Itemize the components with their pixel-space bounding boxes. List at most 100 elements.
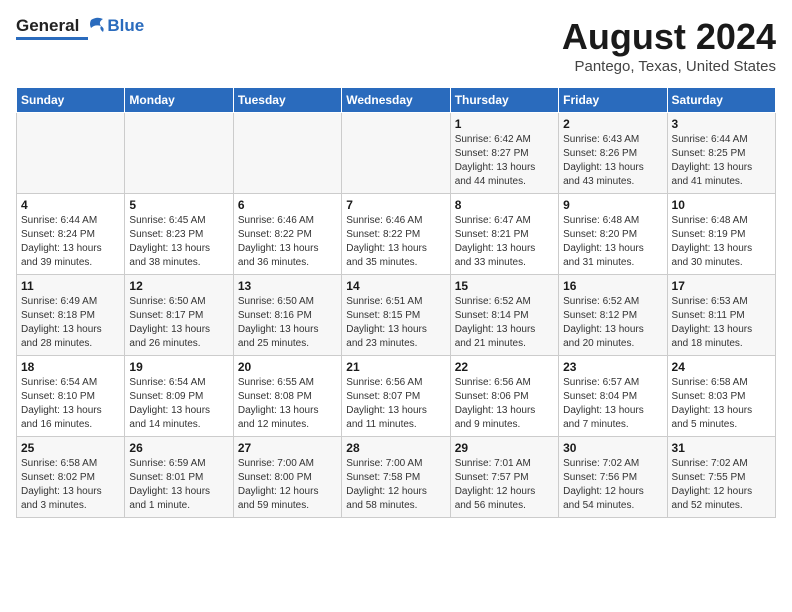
calendar-cell: 23 Sunrise: 6:57 AM Sunset: 8:04 PM Dayli… <box>559 356 667 437</box>
header-wednesday: Wednesday <box>342 88 450 113</box>
calendar-cell: 12 Sunrise: 6:50 AM Sunset: 8:17 PM Dayli… <box>125 275 233 356</box>
calendar-cell: 20 Sunrise: 6:55 AM Sunset: 8:08 PM Dayli… <box>233 356 341 437</box>
header-friday: Friday <box>559 88 667 113</box>
day-info: Sunrise: 7:00 AM Sunset: 8:00 PM Dayligh… <box>238 457 337 513</box>
calendar-cell <box>342 113 450 194</box>
day-info: Sunrise: 7:02 AM Sunset: 7:56 PM Dayligh… <box>563 457 662 513</box>
calendar-header-row: SundayMondayTuesdayWednesdayThursdayFrid… <box>17 88 776 113</box>
calendar-week-row: 11Sunrise: 6:49 AM Sunset: 8:18 PM Dayli… <box>17 275 776 356</box>
header-thursday: Thursday <box>450 88 558 113</box>
day-number: 19 <box>129 360 228 374</box>
calendar-cell: 10Sunrise: 6:48 AM Sunset: 8:19 PM Dayli… <box>667 194 775 275</box>
day-number: 6 <box>238 198 337 212</box>
day-info: Sunrise: 6:58 AM Sunset: 8:02 PM Dayligh… <box>21 457 120 513</box>
header-saturday: Saturday <box>667 88 775 113</box>
day-info: Sunrise: 7:01 AM Sunset: 7:57 PM Dayligh… <box>455 457 554 513</box>
day-number: 21 <box>346 360 445 374</box>
day-info: Sunrise: 6:45 AM Sunset: 8:23 PM Dayligh… <box>129 214 228 270</box>
calendar-table: SundayMondayTuesdayWednesdayThursdayFrid… <box>16 87 776 518</box>
day-info: Sunrise: 6:44 AM Sunset: 8:25 PM Dayligh… <box>672 133 771 189</box>
logo-general-text: General <box>16 16 79 36</box>
day-info: Sunrise: 6:43 AM Sunset: 8:26 PM Dayligh… <box>563 133 662 189</box>
day-info: Sunrise: 6:58 AM Sunset: 8:03 PM Dayligh… <box>672 376 771 432</box>
day-number: 22 <box>455 360 554 374</box>
day-number: 4 <box>21 198 120 212</box>
day-number: 2 <box>563 117 662 131</box>
day-number: 18 <box>21 360 120 374</box>
calendar-cell: 29 Sunrise: 7:01 AM Sunset: 7:57 PM Dayli… <box>450 437 558 518</box>
day-number: 27 <box>238 441 337 455</box>
calendar-cell: 24 Sunrise: 6:58 AM Sunset: 8:03 PM Dayli… <box>667 356 775 437</box>
day-info: Sunrise: 6:42 AM Sunset: 8:27 PM Dayligh… <box>455 133 554 189</box>
day-number: 28 <box>346 441 445 455</box>
calendar-cell: 31 Sunrise: 7:02 AM Sunset: 7:55 PM Dayli… <box>667 437 775 518</box>
calendar-cell: 9 Sunrise: 6:48 AM Sunset: 8:20 PM Daylig… <box>559 194 667 275</box>
day-info: Sunrise: 6:46 AM Sunset: 8:22 PM Dayligh… <box>346 214 445 270</box>
header-monday: Monday <box>125 88 233 113</box>
calendar-cell: 7 Sunrise: 6:46 AM Sunset: 8:22 PM Daylig… <box>342 194 450 275</box>
day-info: Sunrise: 6:50 AM Sunset: 8:16 PM Dayligh… <box>238 295 337 351</box>
day-number: 7 <box>346 198 445 212</box>
calendar-cell: 4Sunrise: 6:44 AM Sunset: 8:24 PM Daylig… <box>17 194 125 275</box>
day-number: 23 <box>563 360 662 374</box>
day-info: Sunrise: 7:00 AM Sunset: 7:58 PM Dayligh… <box>346 457 445 513</box>
calendar-week-row: 18 Sunrise: 6:54 AM Sunset: 8:10 PM Dayli… <box>17 356 776 437</box>
calendar-cell: 19 Sunrise: 6:54 AM Sunset: 8:09 PM Dayli… <box>125 356 233 437</box>
day-info: Sunrise: 6:57 AM Sunset: 8:04 PM Dayligh… <box>563 376 662 432</box>
calendar-cell <box>233 113 341 194</box>
day-number: 20 <box>238 360 337 374</box>
day-number: 16 <box>563 279 662 293</box>
day-info: Sunrise: 6:59 AM Sunset: 8:01 PM Dayligh… <box>129 457 228 513</box>
sub-title: Pantego, Texas, United States <box>562 58 776 75</box>
day-number: 5 <box>129 198 228 212</box>
calendar-cell: 3 Sunrise: 6:44 AM Sunset: 8:25 PM Daylig… <box>667 113 775 194</box>
calendar-cell <box>125 113 233 194</box>
calendar-cell: 26Sunrise: 6:59 AM Sunset: 8:01 PM Dayli… <box>125 437 233 518</box>
day-number: 14 <box>346 279 445 293</box>
calendar-cell: 21 Sunrise: 6:56 AM Sunset: 8:07 PM Dayli… <box>342 356 450 437</box>
logo: General Blue <box>16 16 144 40</box>
header-sunday: Sunday <box>17 88 125 113</box>
logo-underline <box>16 37 88 40</box>
day-number: 31 <box>672 441 771 455</box>
day-number: 1 <box>455 117 554 131</box>
day-number: 25 <box>21 441 120 455</box>
logo-blue-text: Blue <box>107 16 144 36</box>
calendar-cell: 2 Sunrise: 6:43 AM Sunset: 8:26 PM Daylig… <box>559 113 667 194</box>
calendar-cell: 1 Sunrise: 6:42 AM Sunset: 8:27 PM Daylig… <box>450 113 558 194</box>
header-tuesday: Tuesday <box>233 88 341 113</box>
day-info: Sunrise: 6:56 AM Sunset: 8:06 PM Dayligh… <box>455 376 554 432</box>
title-block: August 2024 Pantego, Texas, United State… <box>562 16 776 75</box>
day-info: Sunrise: 6:54 AM Sunset: 8:10 PM Dayligh… <box>21 376 120 432</box>
day-number: 29 <box>455 441 554 455</box>
calendar-cell: 8Sunrise: 6:47 AM Sunset: 8:21 PM Daylig… <box>450 194 558 275</box>
day-info: Sunrise: 6:55 AM Sunset: 8:08 PM Dayligh… <box>238 376 337 432</box>
day-info: Sunrise: 6:56 AM Sunset: 8:07 PM Dayligh… <box>346 376 445 432</box>
day-number: 12 <box>129 279 228 293</box>
calendar-week-row: 4Sunrise: 6:44 AM Sunset: 8:24 PM Daylig… <box>17 194 776 275</box>
day-info: Sunrise: 6:48 AM Sunset: 8:19 PM Dayligh… <box>672 214 771 270</box>
day-info: Sunrise: 6:54 AM Sunset: 8:09 PM Dayligh… <box>129 376 228 432</box>
day-info: Sunrise: 6:52 AM Sunset: 8:12 PM Dayligh… <box>563 295 662 351</box>
day-number: 9 <box>563 198 662 212</box>
day-number: 24 <box>672 360 771 374</box>
main-title: August 2024 <box>562 16 776 58</box>
calendar-cell: 11Sunrise: 6:49 AM Sunset: 8:18 PM Dayli… <box>17 275 125 356</box>
calendar-cell: 6 Sunrise: 6:46 AM Sunset: 8:22 PM Daylig… <box>233 194 341 275</box>
day-info: Sunrise: 6:48 AM Sunset: 8:20 PM Dayligh… <box>563 214 662 270</box>
calendar-cell: 27 Sunrise: 7:00 AM Sunset: 8:00 PM Dayli… <box>233 437 341 518</box>
calendar-cell: 5 Sunrise: 6:45 AM Sunset: 8:23 PM Daylig… <box>125 194 233 275</box>
calendar-cell: 22 Sunrise: 6:56 AM Sunset: 8:06 PM Dayli… <box>450 356 558 437</box>
day-info: Sunrise: 7:02 AM Sunset: 7:55 PM Dayligh… <box>672 457 771 513</box>
calendar-cell: 16 Sunrise: 6:52 AM Sunset: 8:12 PM Dayli… <box>559 275 667 356</box>
day-number: 3 <box>672 117 771 131</box>
day-number: 15 <box>455 279 554 293</box>
day-info: Sunrise: 6:50 AM Sunset: 8:17 PM Dayligh… <box>129 295 228 351</box>
day-info: Sunrise: 6:53 AM Sunset: 8:11 PM Dayligh… <box>672 295 771 351</box>
day-info: Sunrise: 6:49 AM Sunset: 8:18 PM Dayligh… <box>21 295 120 351</box>
page-header: General Blue August 2024 Pantego, Texas,… <box>16 16 776 75</box>
day-info: Sunrise: 6:52 AM Sunset: 8:14 PM Dayligh… <box>455 295 554 351</box>
calendar-cell: 30Sunrise: 7:02 AM Sunset: 7:56 PM Dayli… <box>559 437 667 518</box>
day-info: Sunrise: 6:46 AM Sunset: 8:22 PM Dayligh… <box>238 214 337 270</box>
calendar-cell: 17Sunrise: 6:53 AM Sunset: 8:11 PM Dayli… <box>667 275 775 356</box>
